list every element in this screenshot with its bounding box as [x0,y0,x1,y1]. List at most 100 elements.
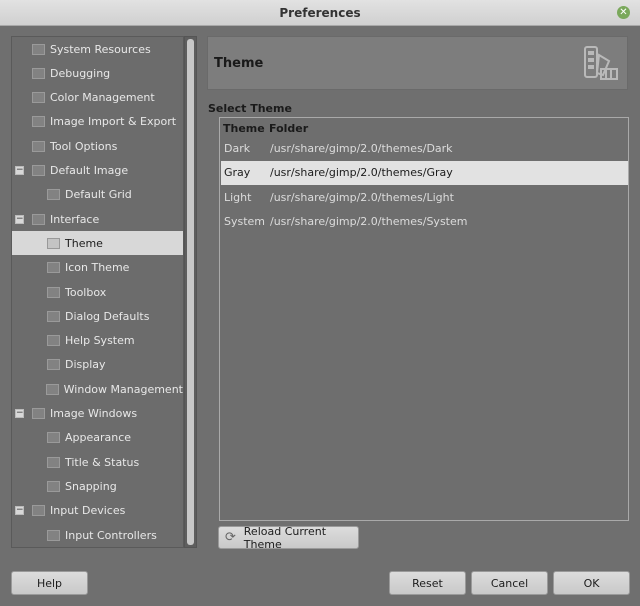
reload-icon: ⟳ [224,529,236,545]
sidebar-item-label: Default Image [50,164,129,177]
sidebar-item-label: Snapping [65,479,117,493]
sidebar-item-label: Debugging [50,66,111,80]
icon-theme-icon [47,262,60,274]
sidebar-item[interactable]: System Resources [12,37,183,61]
column-header-theme[interactable]: Theme [223,122,265,135]
snapping-icon [47,480,60,492]
color-management-icon [32,92,45,104]
collapse-icon[interactable]: − [15,506,24,516]
input-controllers-icon [47,529,60,541]
sidebar-item-label: Input Controllers [65,528,157,542]
sidebar-item-label: Icon Theme [65,261,130,275]
sidebar-item[interactable]: Input Controllers [12,523,183,547]
sidebar-item-label: Image Import & Export [50,115,177,129]
debugging-icon [32,67,45,79]
collapse-icon[interactable]: − [15,166,24,175]
window-management-icon [45,383,59,395]
theme-folder-cell: /usr/share/gimp/2.0/themes/Dark [270,141,453,155]
sidebar-item[interactable]: Tool Options [12,134,183,158]
sidebar-item[interactable]: Image Import & Export [12,110,183,134]
theme-name-cell: Light [224,190,252,204]
collapse-icon[interactable]: − [15,409,24,418]
sidebar-scrollbar[interactable] [184,36,197,548]
table-row[interactable]: Light/usr/share/gimp/2.0/themes/Light [221,185,628,209]
sidebar-item-label: Image Windows [50,407,138,420]
sidebar-item[interactable]: Default Grid [12,183,183,207]
sidebar-item-label: System Resources [50,42,151,56]
scrollbar-thumb[interactable] [187,39,194,545]
dialog-defaults-icon [47,310,60,322]
toolbox-icon [47,286,60,298]
sidebar-item[interactable]: Title & Status [12,450,183,474]
table-row[interactable]: System/usr/share/gimp/2.0/themes/System [221,210,628,234]
select-theme-label: Select Theme [208,102,292,115]
theme-folder-cell: /usr/share/gimp/2.0/themes/Gray [270,166,453,179]
theme-name-cell: Gray [224,166,251,179]
sidebar-item-label: Help System [65,334,135,348]
sidebar-item-label: Color Management [50,91,155,105]
sidebar-item-label: Toolbox [65,285,107,299]
reset-button-label: Reset [412,576,443,590]
sidebar-item[interactable]: Icon Theme [12,256,183,280]
sidebar-item[interactable]: Theme [12,231,183,256]
sidebar-item-label: Theme [65,236,103,250]
sidebar-item[interactable]: Help System [12,329,183,353]
title-bar: Preferences ✕ [0,0,640,26]
sidebar-item[interactable]: Debugging [12,61,183,85]
help-button[interactable]: Help [11,571,88,595]
sidebar-item[interactable]: − Default Image [12,159,183,183]
default-grid-icon [47,189,60,201]
display-icon [47,359,60,371]
help-system-icon [47,335,60,347]
panel-title: Theme [214,56,264,71]
sidebar-item[interactable]: Appearance [12,426,183,450]
sidebar-item-label: Dialog Defaults [65,309,150,323]
table-row[interactable]: Dark/usr/share/gimp/2.0/themes/Dark [221,136,628,160]
interface-icon [32,213,45,225]
cancel-button[interactable]: Cancel [471,571,548,595]
tool-options-icon [32,140,45,152]
column-header-folder[interactable]: Folder [269,122,308,135]
reload-theme-label: Reload Current Theme [243,524,327,551]
help-button-label: Help [36,576,63,590]
sidebar-item-label: Default Grid [65,188,132,202]
collapse-icon[interactable]: − [15,214,24,224]
sidebar-item-label: Tool Options [50,139,118,153]
theme-icon [47,237,60,249]
title-status-icon [47,456,60,468]
reset-button[interactable]: Reset [389,571,466,595]
ok-button-label: OK [583,576,600,590]
sidebar-item[interactable]: Toolbox [12,280,183,304]
close-icon[interactable]: ✕ [617,6,630,19]
sidebar-item-label: Window Management [63,382,183,396]
table-row[interactable]: Gray/usr/share/gimp/2.0/themes/Gray [221,160,628,185]
sidebar-item-label: Interface [50,212,100,226]
sidebar-item[interactable]: Color Management [12,86,183,110]
system-resources-icon [32,43,45,55]
panel-header: Theme [207,36,628,90]
window-title: Preferences [279,5,361,20]
category-tree: System Resources Debugging Color Managemen… [11,36,184,548]
sidebar-item-label: Appearance [65,431,132,445]
sidebar-item-label: Title & Status [65,455,140,469]
theme-palette-icon [584,46,618,80]
sidebar-item[interactable]: Display [12,353,183,377]
ok-button[interactable]: OK [553,571,630,595]
sidebar-item-label: Input Devices [50,504,126,518]
input-devices-icon [32,505,45,517]
sidebar-item[interactable]: Dialog Defaults [12,304,183,328]
theme-table: Theme Folder Dark/usr/share/gimp/2.0/the… [219,117,629,521]
theme-folder-cell: /usr/share/gimp/2.0/themes/System [270,215,468,228]
theme-name-cell: Dark [224,141,251,155]
default-image-icon [32,165,45,176]
reload-theme-button[interactable]: ⟳ Reload Current Theme [218,524,359,551]
cancel-button-label: Cancel [490,576,529,590]
theme-name-cell: System [224,215,266,228]
sidebar-item[interactable]: − Image Windows [12,402,183,426]
sidebar-item-label: Display [65,358,106,372]
sidebar-item[interactable]: − Input Devices [12,499,183,523]
theme-folder-cell: /usr/share/gimp/2.0/themes/Light [270,190,454,204]
sidebar-item[interactable]: Window Management [12,377,183,401]
sidebar-item[interactable]: − Interface [12,207,183,231]
sidebar-item[interactable]: Snapping [12,474,183,498]
